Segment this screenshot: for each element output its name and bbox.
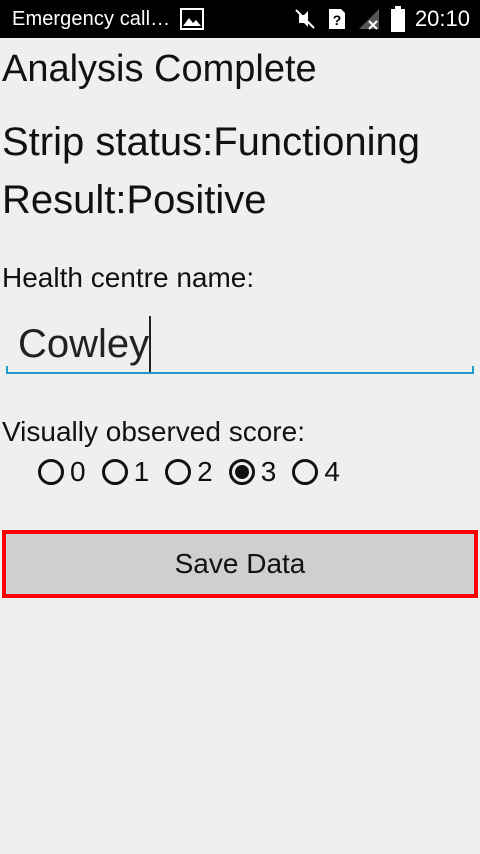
radio-button-selected[interactable] [228, 459, 255, 485]
status-left: Emergency call… [0, 8, 283, 31]
health-centre-label: Health centre name: [2, 262, 255, 293]
score-radio-3[interactable]: 3 [228, 456, 277, 488]
radio-label: 0 [70, 456, 86, 487]
radio-button[interactable] [101, 459, 128, 485]
score-radio-4[interactable]: 4 [292, 456, 340, 488]
score-radio-1[interactable]: 1 [101, 456, 150, 488]
unknown-sim-icon: ? [327, 7, 347, 31]
status-time: 20:10 [414, 6, 470, 31]
status-bar: Emergency call… ? 20:10 [0, 0, 480, 38]
save-button-highlight: Save Data [2, 530, 478, 598]
radio-label: 2 [197, 456, 213, 487]
health-centre-input-value: Cowley [18, 316, 152, 372]
image-icon [180, 8, 205, 30]
input-underline [6, 366, 474, 374]
radio-button[interactable] [38, 459, 64, 485]
svg-text:?: ? [333, 12, 342, 28]
save-data-button[interactable]: Save Data [169, 547, 312, 581]
radio-label: 3 [260, 456, 277, 487]
result-text: Result:Positive [2, 178, 267, 222]
radio-button[interactable] [292, 459, 319, 485]
score-radio-group: 0 1 2 3 4 [38, 456, 356, 488]
battery-icon [390, 6, 405, 32]
radio-label: 4 [324, 456, 340, 487]
score-radio-2[interactable]: 2 [165, 456, 213, 488]
health-centre-input[interactable]: Cowley [6, 304, 474, 374]
page-title: Analysis Complete [2, 48, 317, 90]
radio-button[interactable] [165, 459, 192, 485]
signal-icon [357, 7, 381, 31]
mute-icon [293, 7, 317, 31]
radio-label: 1 [133, 456, 150, 487]
score-radio-0[interactable]: 0 [38, 456, 86, 488]
health-centre-value-text: Cowley [18, 321, 150, 366]
status-right: ? 20:10 [283, 6, 480, 32]
text-caret [149, 316, 152, 372]
radio-selected-dot [234, 465, 249, 479]
score-label: Visually observed score: [2, 416, 305, 447]
status-title: Emergency call… [12, 7, 171, 30]
strip-status-text: Strip status:Functioning [2, 120, 420, 164]
